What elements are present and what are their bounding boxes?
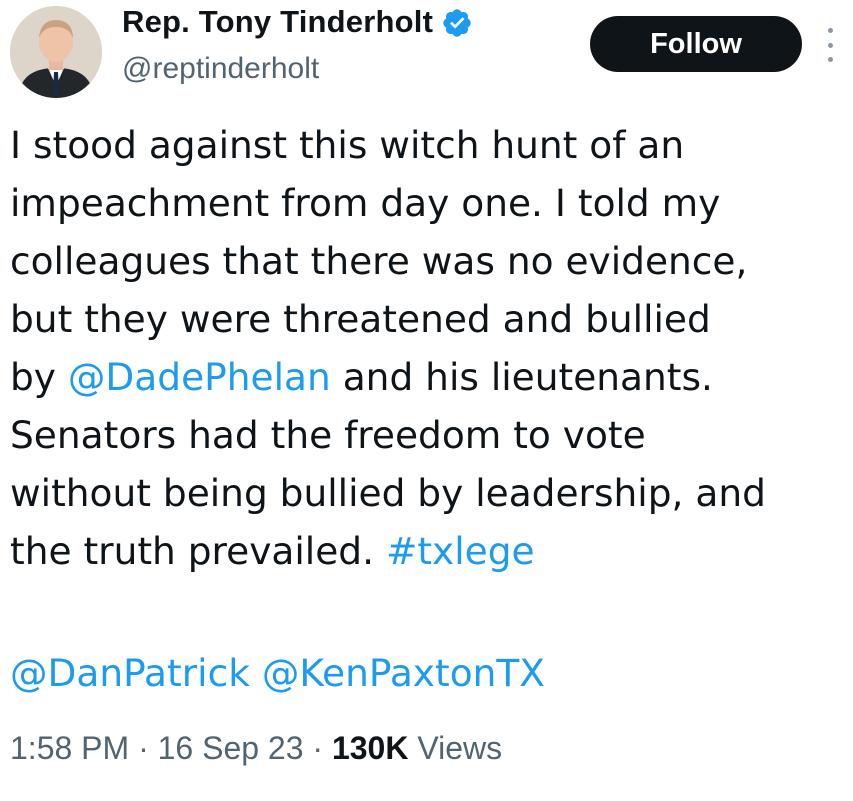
tweet-line: Senators had the freedom to vote xyxy=(10,413,646,457)
mention-link[interactable]: @KenPaxtonTX xyxy=(262,651,545,695)
hashtag-link[interactable]: #txlege xyxy=(386,529,535,573)
tweet-time[interactable]: 1:58 PM xyxy=(10,730,129,766)
follow-button[interactable]: Follow xyxy=(590,16,802,72)
tweet-date[interactable]: 16 Sep 23 xyxy=(158,730,304,766)
avatar-portrait xyxy=(10,6,102,98)
tweet-line: colleagues that there was no evidence, xyxy=(10,239,748,283)
tweet-line: the truth prevailed. #txlege xyxy=(10,522,850,580)
mention-link[interactable]: @DanPatrick xyxy=(10,651,250,695)
views-label: Views xyxy=(408,730,503,766)
verified-badge-icon xyxy=(441,7,473,39)
mention-link[interactable]: @DadePhelan xyxy=(68,355,331,399)
author-display-name[interactable]: Rep. Tony Tinderholt xyxy=(122,4,433,40)
tweet-line: without being bullied by leadership, and xyxy=(10,471,766,515)
tweet-line: impeachment from day one. I told my xyxy=(10,181,721,225)
tweet-meta: 1:58 PM · 16 Sep 23 · 130K Views xyxy=(10,730,502,767)
tweet-line: but they were threatened and bullied xyxy=(10,297,711,341)
tweet-line: I stood against this witch hunt of an xyxy=(10,123,685,167)
mentions-line: @DanPatrick @KenPaxtonTX xyxy=(10,644,545,702)
tweet-line: by @DadePhelan and his lieutenants. xyxy=(10,348,850,406)
author-handle[interactable]: @reptinderholt xyxy=(122,52,319,86)
tweet-text: I stood against this witch hunt of an im… xyxy=(10,116,850,580)
views-count[interactable]: 130K xyxy=(332,730,409,766)
author-name-row: Rep. Tony Tinderholt xyxy=(122,4,473,40)
tweet-text-fragment: by xyxy=(10,355,68,399)
more-options-icon[interactable] xyxy=(824,28,836,62)
tweet-text-fragment: and his lieutenants. xyxy=(330,355,713,399)
avatar[interactable] xyxy=(10,6,102,98)
meta-separator: · xyxy=(129,730,158,766)
tweet-text-fragment: the truth prevailed. xyxy=(10,529,386,573)
meta-separator: · xyxy=(303,730,332,766)
